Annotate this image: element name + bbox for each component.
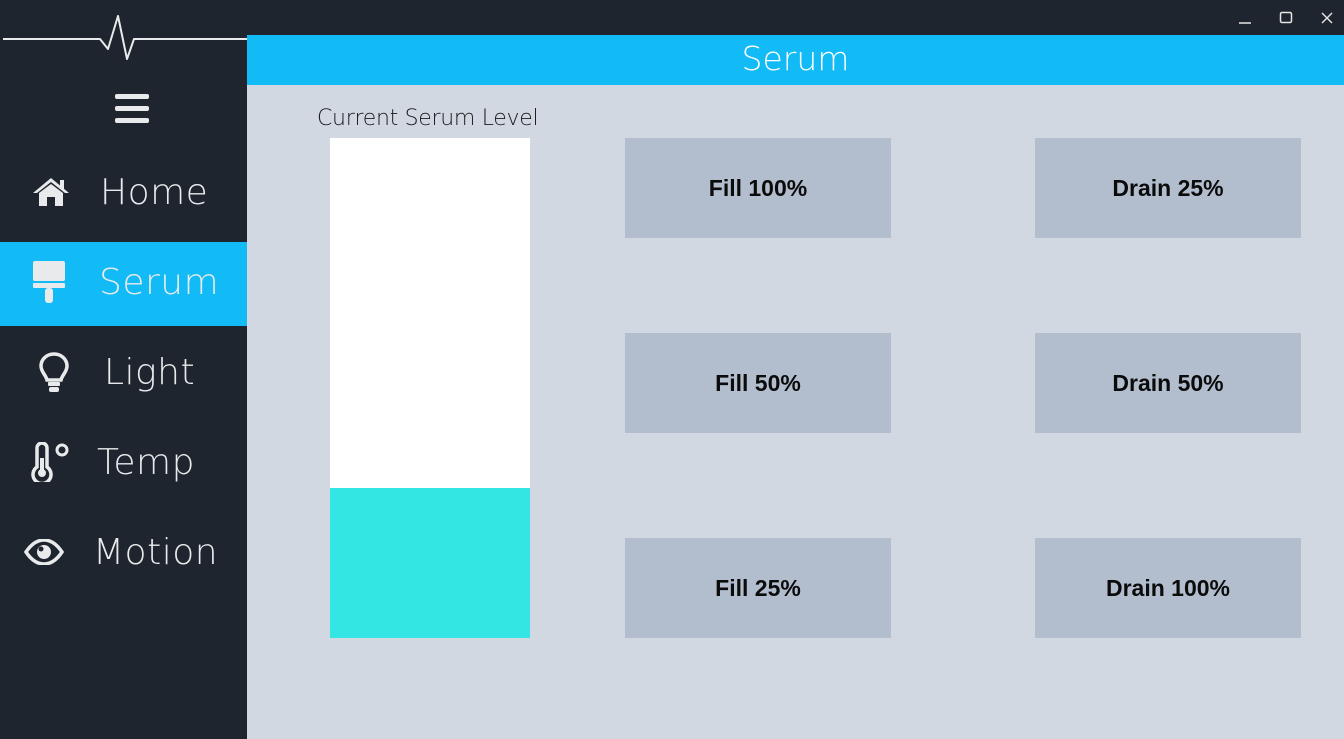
fill-50-button[interactable]: Fill 50% [625, 333, 891, 433]
drain-25-button[interactable]: Drain 25% [1035, 138, 1301, 238]
sidebar-item-label: Motion [93, 531, 219, 573]
eye-icon [23, 538, 65, 569]
sidebar-item-home[interactable]: Home [0, 152, 247, 236]
serum-level-gauge [330, 138, 530, 638]
sidebar-item-label: Home [100, 171, 209, 213]
fill-100-button[interactable]: Fill 100% [625, 138, 891, 238]
sidebar: Home Serum Light Temp Motion [0, 0, 247, 739]
sidebar-item-label: Light [104, 351, 196, 393]
thermometer-icon [31, 441, 71, 486]
lightbulb-icon [38, 351, 70, 397]
sidebar-item-motion[interactable]: Motion [0, 512, 247, 596]
sidebar-item-temp[interactable]: Temp [0, 422, 247, 506]
page-header: Serum [247, 35, 1344, 85]
drain-100-button[interactable]: Drain 100% [1035, 538, 1301, 638]
sidebar-item-label: Temp [97, 441, 195, 483]
minimize-icon[interactable] [1225, 0, 1265, 35]
maximize-icon[interactable] [1266, 0, 1306, 35]
hamburger-menu-icon[interactable] [112, 92, 152, 128]
home-icon [32, 176, 70, 212]
serum-panel: Current Serum Level Fill 100% Drain 25% … [247, 85, 1344, 739]
paint-roller-icon [33, 261, 65, 307]
heartbeat-line-icon [0, 10, 247, 65]
serum-level-fill [330, 488, 530, 638]
fill-25-button[interactable]: Fill 25% [625, 538, 891, 638]
sidebar-item-serum[interactable]: Serum [0, 242, 247, 326]
page-title: Serum [741, 39, 850, 78]
drain-50-button[interactable]: Drain 50% [1035, 333, 1301, 433]
sidebar-item-label: Serum [99, 261, 220, 303]
serum-level-label: Current Serum Level [317, 106, 539, 131]
sidebar-item-light[interactable]: Light [0, 332, 247, 416]
close-icon[interactable] [1307, 0, 1344, 35]
